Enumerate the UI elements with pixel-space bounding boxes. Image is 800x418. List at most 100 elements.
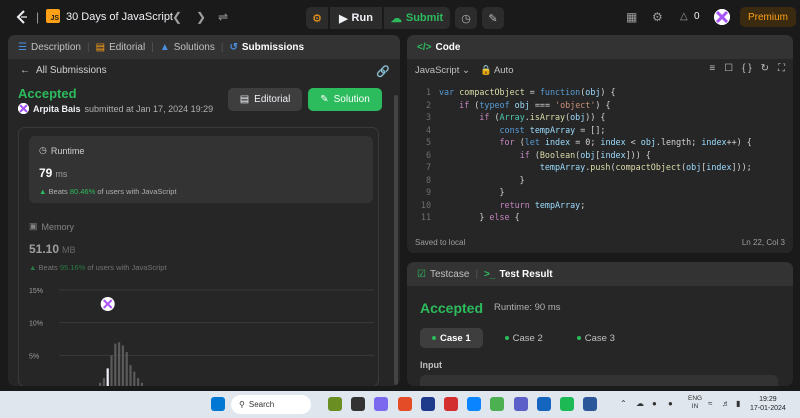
histogram-bar[interactable]: [121, 345, 124, 386]
tray-app-icon[interactable]: ●: [668, 399, 673, 408]
task-view-icon[interactable]: [351, 397, 365, 411]
windows-start-icon[interactable]: [211, 397, 225, 411]
histogram-bar[interactable]: [129, 365, 132, 386]
app-icon-word[interactable]: [583, 397, 597, 411]
runtime-card[interactable]: ◷ Runtime 79 ms ▲ Beats 80.46% of users w…: [29, 136, 373, 203]
avatar[interactable]: [714, 9, 730, 25]
memory-label-row: ▣ Memory: [29, 221, 74, 232]
timer-button[interactable]: ◷: [455, 7, 477, 29]
notes-button[interactable]: ✎: [482, 7, 504, 29]
code-brackets-icon: </>: [417, 41, 432, 53]
case-1-tab[interactable]: Case 1: [420, 328, 483, 348]
app-icon-edge[interactable]: [467, 397, 481, 411]
grid-icon[interactable]: ▦: [626, 10, 637, 24]
cloud-upload-icon: ☁: [390, 12, 402, 25]
code-editor[interactable]: 1 var compactObject = function(obj) { 2 i…: [407, 87, 793, 227]
submitter-name[interactable]: Arpita Bais: [33, 104, 81, 114]
app-icon-teams[interactable]: [374, 397, 388, 411]
debug-button[interactable]: ⚙: [306, 7, 328, 29]
app-title[interactable]: 30 Days of JavaScript: [66, 11, 173, 23]
app-icon-spotify[interactable]: [560, 397, 574, 411]
beats-suffix: of users with JavaScript: [97, 187, 177, 196]
tab-editorial[interactable]: ▤ Editorial: [96, 42, 146, 53]
shuffle-icon[interactable]: ⇌: [218, 10, 228, 24]
left-scrollbar[interactable]: [394, 95, 398, 385]
back-to-all-submissions[interactable]: ← All Submissions: [20, 65, 107, 76]
fullscreen-icon[interactable]: ⛶: [778, 63, 785, 74]
chevron-left-icon[interactable]: ❮: [172, 10, 182, 24]
premium-button[interactable]: Premium: [740, 7, 796, 27]
bookmark-icon[interactable]: ☐: [724, 63, 733, 74]
app-icon-store[interactable]: [537, 397, 551, 411]
wifi-icon[interactable]: ≈: [708, 399, 712, 408]
tab-description[interactable]: ☰ Description: [18, 42, 81, 53]
braces-icon[interactable]: { }: [742, 63, 751, 74]
submitter-avatar[interactable]: [18, 103, 29, 114]
volume-icon[interactable]: ♬: [722, 399, 730, 408]
link-icon[interactable]: 🔗: [376, 65, 390, 78]
lock-icon: 🔒: [479, 64, 492, 76]
leetcode-logo[interactable]: [14, 9, 30, 25]
app-icon-brave[interactable]: [398, 397, 412, 411]
solution-button[interactable]: ✎ Solution: [308, 88, 382, 111]
streak-count[interactable]: 0: [694, 11, 700, 22]
histogram-bar[interactable]: [140, 382, 143, 386]
clock-time: 19:29: [759, 396, 777, 403]
app-icon-vivaldi[interactable]: [514, 397, 528, 411]
tab-solutions[interactable]: ▲ Solutions: [160, 42, 215, 53]
app-icon-chrome[interactable]: [490, 397, 504, 411]
case-tabs: Case 1 Case 2 Case 3: [420, 328, 627, 348]
code-tools: ≡ ☐ { } ↻ ⛶: [709, 63, 785, 74]
language-label: JavaScript: [415, 64, 460, 76]
reset-icon[interactable]: ↻: [761, 63, 769, 74]
language-select[interactable]: JavaScript ⌄: [415, 65, 470, 76]
editorial-button-label: Editorial: [254, 94, 291, 105]
tray-app-icon[interactable]: ●: [652, 399, 657, 408]
mode-select[interactable]: 🔒 Auto: [480, 65, 514, 76]
memory-card[interactable]: ▣ Memory 51.10 MB ▲ Beats 95.16% of users…: [29, 212, 373, 272]
language-indicator[interactable]: ENG IN: [688, 395, 702, 411]
histogram-bar[interactable]: [137, 378, 140, 386]
histogram-bar[interactable]: [99, 382, 102, 386]
format-icon[interactable]: ≡: [709, 63, 715, 74]
histogram-bar[interactable]: [110, 355, 113, 386]
run-button[interactable]: ▶ Run: [330, 7, 382, 29]
widgets-icon[interactable]: [328, 397, 342, 411]
description-icon: ☰: [18, 41, 27, 53]
histogram-bar[interactable]: [125, 352, 128, 386]
cloud-icon[interactable]: ☁: [636, 399, 644, 408]
chevron-up-icon[interactable]: ⌃: [620, 399, 627, 408]
app-icon-opera[interactable]: [444, 397, 458, 411]
app-icon-l[interactable]: [421, 397, 435, 411]
histogram-bar[interactable]: [106, 368, 109, 386]
system-clock[interactable]: 19:29 17-01-2024: [750, 395, 786, 413]
editorial-button[interactable]: ▤ Editorial: [228, 88, 302, 111]
histogram-bar[interactable]: [133, 371, 136, 386]
case-2-tab[interactable]: Case 2: [493, 328, 555, 348]
tab-testcase[interactable]: ☑ Testcase: [417, 269, 469, 280]
tab-submissions[interactable]: ↺ Submissions: [229, 42, 304, 53]
histogram-bar[interactable]: [102, 378, 105, 386]
input-label: Input: [420, 360, 442, 370]
beats-suffix: of users with JavaScript: [87, 263, 167, 272]
runtime-unit: ms: [55, 169, 68, 179]
histogram-bar[interactable]: [114, 343, 117, 386]
case-3-tab[interactable]: Case 3: [565, 328, 627, 348]
test-result-panel: ☑ Testcase | >_ Test Result Accepted Run…: [407, 262, 793, 386]
tab-code[interactable]: </> Code: [417, 42, 460, 53]
battery-icon[interactable]: ▮: [736, 399, 740, 408]
chevron-down-icon: ⌄: [462, 64, 470, 76]
code-line: 2 if (typeof obj === 'object') {: [425, 99, 611, 110]
taskbar-search[interactable]: ⚲ Search: [231, 395, 311, 414]
run-submit-group: ⚙ ▶ Run ☁ Submit: [306, 7, 450, 29]
chevron-right-icon[interactable]: ❯: [196, 10, 206, 24]
input-value-box[interactable]: [420, 375, 778, 386]
tab-test-result[interactable]: >_ Test Result: [484, 269, 553, 280]
tab-submissions-label: Submissions: [241, 41, 305, 53]
runtime-distribution-chart[interactable]: 15% 10% 5%: [19, 278, 379, 386]
histogram-bar[interactable]: [118, 342, 121, 386]
submit-button[interactable]: ☁ Submit: [384, 7, 450, 29]
y-tick-label: 15%: [29, 288, 43, 295]
gear-icon[interactable]: ⚙: [652, 10, 663, 24]
tab-solutions-label: Solutions: [173, 41, 215, 53]
